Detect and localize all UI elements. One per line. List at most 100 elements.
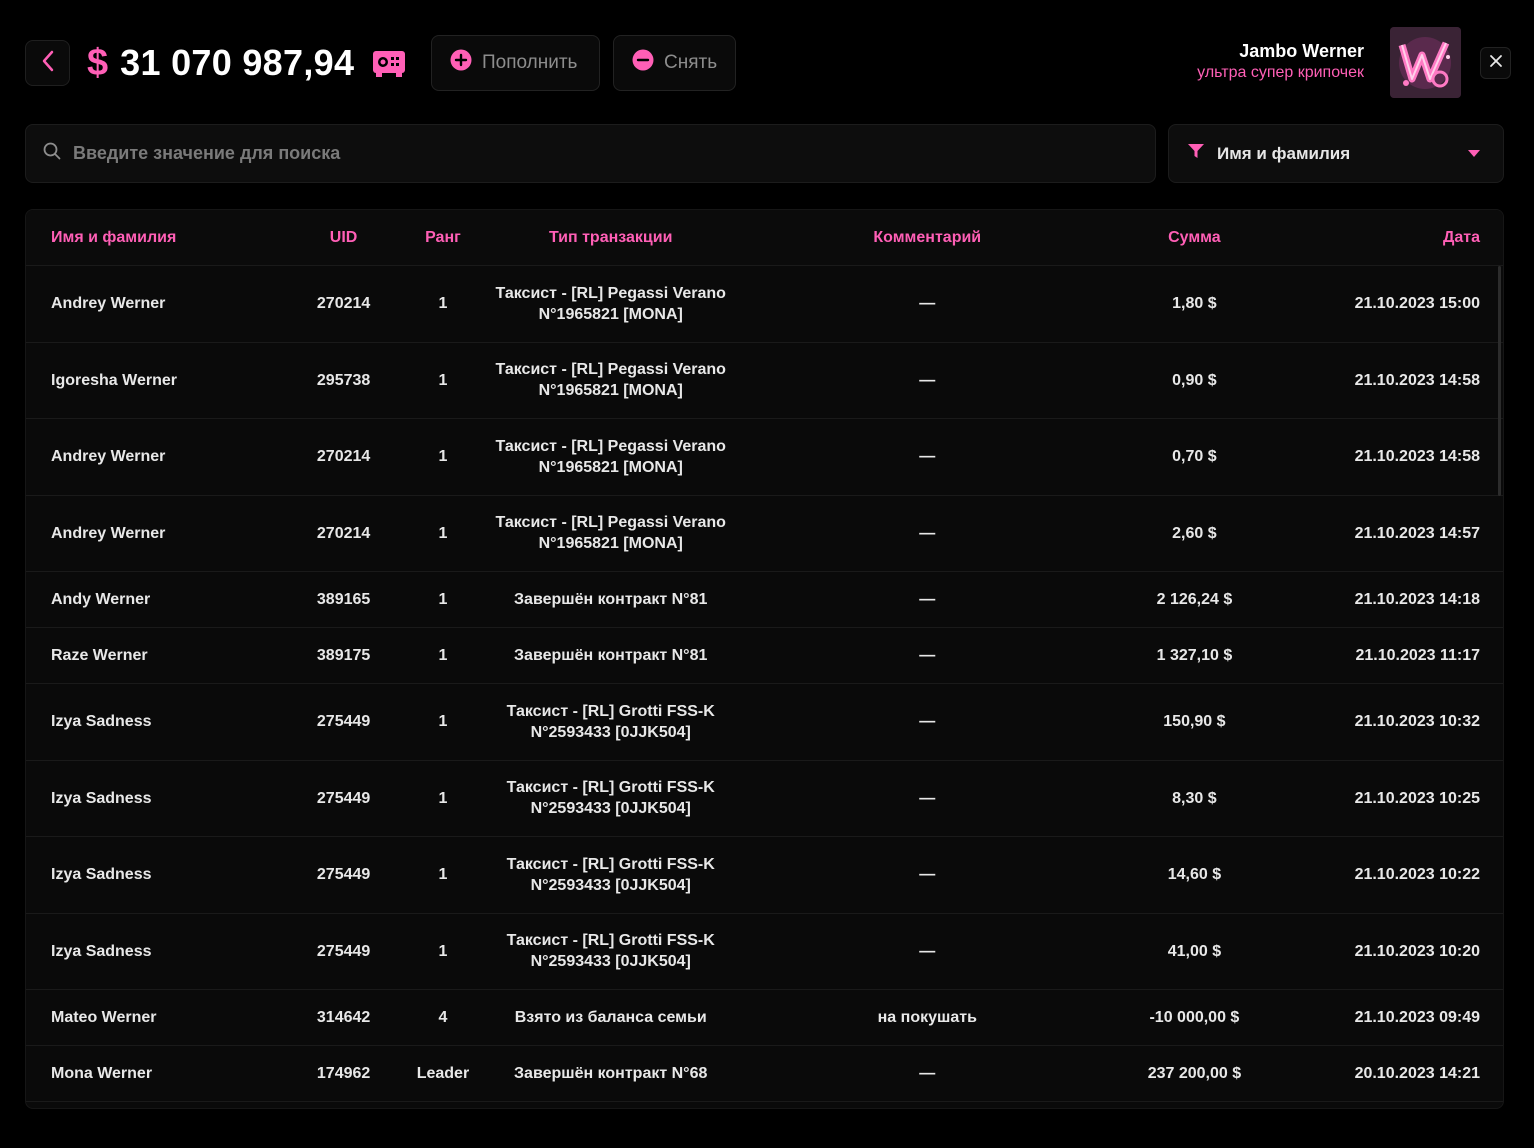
currency-symbol: $ bbox=[87, 41, 109, 84]
cell-sum: 1,80 $ bbox=[1172, 295, 1217, 313]
cell-rank: 4 bbox=[438, 1009, 448, 1026]
cell-date: 21.10.2023 15:00 bbox=[1354, 295, 1481, 313]
cell-date: 21.10.2023 10:20 bbox=[1354, 942, 1481, 960]
cell-type-line2: N°2593433 [0JJK504] bbox=[530, 800, 691, 818]
cell-type: Таксист - [RL] Pegassi Verano N°1965821 [… bbox=[469, 512, 752, 554]
balance-amount: 31 070 987,94 bbox=[120, 42, 355, 83]
cell-date: 21.10.2023 14:58 bbox=[1354, 448, 1481, 466]
header: $ 31 070 987,94 Пополнить Снять Jambo We… bbox=[0, 0, 1534, 120]
avatar[interactable] bbox=[1390, 27, 1461, 98]
column-header-uid[interactable]: UID bbox=[271, 227, 417, 248]
family-balance-page: $ 31 070 987,94 Пополнить Снять Jambo We… bbox=[0, 0, 1534, 1148]
column-header-type[interactable]: Тип транзакции bbox=[469, 227, 752, 248]
cell-type: Завершён контракт N°81 bbox=[514, 591, 708, 608]
cell-comment: — bbox=[919, 371, 936, 389]
cell-type: Таксист - [RL] Grotti FSS-K N°2593433 [0J… bbox=[469, 854, 752, 896]
cell-rank: 1 bbox=[438, 524, 448, 542]
cell-comment: — bbox=[919, 524, 936, 542]
back-button[interactable] bbox=[25, 40, 70, 86]
cell-rank: 1 bbox=[438, 866, 448, 884]
table-header: Имя и фамилия UID Ранг Тип транзакции Ко… bbox=[26, 210, 1503, 266]
cell-sum: 0,70 $ bbox=[1172, 448, 1217, 466]
cell-sum: 237 200,00 $ bbox=[1147, 1065, 1242, 1082]
search-bar bbox=[25, 124, 1156, 183]
table-row[interactable]: Mona Werner 174962 Leader Завершён контр… bbox=[26, 1046, 1503, 1102]
cell-date: 21.10.2023 10:25 bbox=[1354, 789, 1481, 807]
cell-type-line2: N°1965821 [MONA] bbox=[538, 458, 683, 476]
cell-type: Таксист - [RL] Grotti FSS-K N°2593433 [0J… bbox=[469, 930, 752, 972]
cell-rank: 1 bbox=[438, 295, 448, 313]
cell-uid: 174962 bbox=[316, 1065, 371, 1082]
table-row[interactable]: Andrey Werner 270214 1 Таксист - [RL] Pe… bbox=[26, 419, 1503, 496]
table-row[interactable]: Mateo Werner 314642 4 Взято из баланса с… bbox=[26, 990, 1503, 1046]
cell-type-line2: N°1965821 [MONA] bbox=[538, 305, 683, 323]
cell-type: Взято из баланса семьи bbox=[514, 1009, 707, 1026]
deposit-label: Пополнить bbox=[482, 52, 578, 73]
column-header-name[interactable]: Имя и фамилия bbox=[26, 227, 271, 248]
cell-comment: — bbox=[919, 1065, 936, 1082]
cell-type-line2: N°2593433 [0JJK504] bbox=[530, 876, 691, 894]
cell-name: Izya Sadness bbox=[51, 789, 152, 807]
deposit-button[interactable]: Пополнить bbox=[431, 35, 600, 91]
cell-type-line2: N°1965821 [MONA] bbox=[538, 535, 683, 553]
minus-circle-icon bbox=[632, 49, 654, 77]
cell-sum: 8,30 $ bbox=[1172, 789, 1217, 807]
user-status: ультра супер крипочек bbox=[1197, 64, 1364, 81]
table-row[interactable]: Izya Sadness 275449 1 Таксист - [RL] Gro… bbox=[26, 837, 1503, 914]
filter-dropdown[interactable]: Имя и фамилия bbox=[1168, 124, 1504, 183]
filter-icon bbox=[1187, 142, 1205, 165]
search-input[interactable] bbox=[73, 143, 1113, 164]
cell-rank: 1 bbox=[438, 591, 448, 608]
close-icon bbox=[1489, 54, 1503, 73]
cell-comment: — bbox=[919, 591, 936, 608]
close-button[interactable] bbox=[1480, 47, 1511, 79]
cell-uid: 314642 bbox=[316, 1009, 371, 1026]
cell-uid: 389165 bbox=[316, 591, 371, 608]
cell-uid: 275449 bbox=[316, 789, 371, 807]
table-row[interactable]: Andrey Werner 270214 1 Таксист - [RL] Pe… bbox=[26, 495, 1503, 572]
cell-type-line1: Таксист - [RL] Grotti FSS-K bbox=[506, 779, 715, 797]
caret-down-icon bbox=[1467, 145, 1481, 163]
cell-rank: 1 bbox=[438, 713, 448, 731]
cell-comment: — bbox=[919, 789, 936, 807]
withdraw-label: Снять bbox=[664, 52, 718, 73]
table-body: Andrey Werner 270214 1 Таксист - [RL] Pe… bbox=[26, 266, 1503, 1102]
cell-date: 21.10.2023 10:22 bbox=[1354, 866, 1481, 884]
cell-rank: 1 bbox=[438, 789, 448, 807]
column-header-rank[interactable]: Ранг bbox=[416, 227, 469, 248]
cell-comment: — bbox=[919, 647, 936, 664]
cell-name: Izya Sadness bbox=[51, 866, 152, 884]
cell-name: Izya Sadness bbox=[51, 942, 152, 960]
cell-name: Igoresha Werner bbox=[51, 371, 177, 389]
column-header-date[interactable]: Дата bbox=[1286, 227, 1503, 248]
cell-name: Andy Werner bbox=[51, 591, 151, 608]
cell-date: 21.10.2023 14:18 bbox=[1354, 591, 1481, 608]
cell-sum: 150,90 $ bbox=[1163, 713, 1226, 731]
cell-type-line1: Таксист - [RL] Grotti FSS-K bbox=[506, 702, 715, 720]
search-icon bbox=[43, 142, 61, 165]
cell-type: Завершён контракт N°68 bbox=[514, 1065, 708, 1082]
cell-uid: 295738 bbox=[316, 371, 371, 389]
table-row[interactable]: Igoresha Werner 295738 1 Таксист - [RL] … bbox=[26, 342, 1503, 419]
table-row[interactable]: Izya Sadness 275449 1 Таксист - [RL] Gro… bbox=[26, 913, 1503, 990]
table-row[interactable]: Andy Werner 389165 1 Завершён контракт N… bbox=[26, 572, 1503, 628]
cell-type: Таксист - [RL] Pegassi Verano N°1965821 [… bbox=[469, 283, 752, 325]
cell-uid: 270214 bbox=[316, 448, 371, 466]
chevron-left-icon bbox=[41, 50, 55, 77]
table-row[interactable]: Izya Sadness 275449 1 Таксист - [RL] Gro… bbox=[26, 760, 1503, 837]
table-row[interactable]: Izya Sadness 275449 1 Таксист - [RL] Gro… bbox=[26, 684, 1503, 761]
cell-rank: 1 bbox=[438, 371, 448, 389]
table-scrollbar[interactable] bbox=[1498, 266, 1501, 496]
cell-sum: 2 126,24 $ bbox=[1156, 591, 1233, 608]
table-row[interactable]: Raze Werner 389175 1 Завершён контракт N… bbox=[26, 628, 1503, 684]
withdraw-button[interactable]: Снять bbox=[613, 35, 736, 91]
cell-rank: 1 bbox=[438, 647, 448, 664]
column-header-comment[interactable]: Комментарий bbox=[752, 227, 1103, 248]
column-header-sum[interactable]: Сумма bbox=[1103, 227, 1287, 248]
filter-selected-label: Имя и фамилия bbox=[1217, 143, 1351, 163]
cell-type: Таксист - [RL] Grotti FSS-K N°2593433 [0J… bbox=[469, 777, 752, 819]
table-row[interactable]: Andrey Werner 270214 1 Таксист - [RL] Pe… bbox=[26, 266, 1503, 343]
cell-name: Andrey Werner bbox=[51, 524, 166, 542]
cell-type-line2: N°1965821 [MONA] bbox=[538, 382, 683, 400]
cell-date: 21.10.2023 14:57 bbox=[1354, 524, 1481, 542]
